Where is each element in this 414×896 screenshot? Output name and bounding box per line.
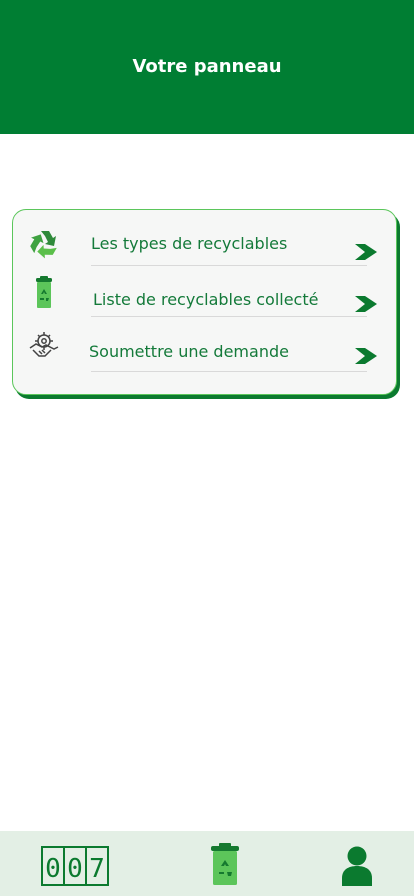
- app-header: Votre panneau: [0, 0, 414, 134]
- menu-card: Les types de recyclables Liste de recycl…: [12, 209, 397, 395]
- menu-item-label: Les types de recyclables: [91, 234, 288, 253]
- menu-item-recyclable-types[interactable]: Les types de recyclables: [13, 224, 398, 276]
- chevron-right-icon: [355, 296, 377, 312]
- handshake-gear-icon: [29, 332, 59, 357]
- menu-item-label: Soumettre une demande: [89, 342, 289, 361]
- nav-profile[interactable]: [341, 846, 373, 890]
- menu-item-label: Liste de recyclables collecté: [93, 290, 319, 309]
- counter-digit: 0: [45, 854, 61, 884]
- chevron-right-icon: [355, 348, 377, 364]
- divider: [91, 371, 367, 372]
- divider: [91, 316, 367, 317]
- menu-item-collected-list[interactable]: Liste de recyclables collecté: [13, 276, 398, 328]
- recycle-icon: [30, 231, 57, 259]
- bottom-nav: 0 0 7: [0, 831, 414, 896]
- chevron-right-icon: [355, 244, 377, 260]
- menu-item-submit-request[interactable]: Soumettre une demande: [13, 328, 398, 380]
- recycle-bin-icon: [211, 843, 239, 885]
- user-icon: [342, 846, 372, 886]
- nav-counter[interactable]: 0 0 7: [41, 846, 109, 890]
- page-title: Votre panneau: [132, 55, 282, 77]
- recycle-bin-icon: [36, 276, 52, 308]
- counter-icon: 0 0 7: [41, 846, 109, 886]
- counter-digit: 0: [67, 854, 83, 884]
- counter-digit: 7: [89, 854, 105, 884]
- divider: [91, 265, 367, 266]
- nav-recycle-bin[interactable]: [208, 843, 242, 891]
